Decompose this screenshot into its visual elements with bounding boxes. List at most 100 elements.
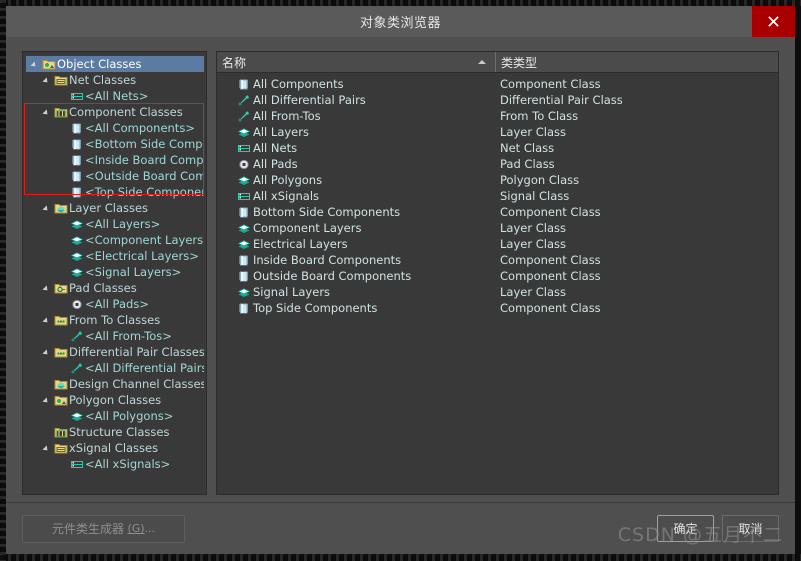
layer-icon <box>235 238 253 251</box>
tree-item[interactable]: Object Classes <box>26 56 204 72</box>
tree-item-label: Pad Classes <box>69 281 137 295</box>
tree-item[interactable]: Pad Classes <box>26 280 204 296</box>
tree-item-label: <Electrical Layers> <box>85 249 199 263</box>
table-row[interactable]: Inside Board Components Component Class <box>217 252 778 268</box>
component-class-generator-button[interactable]: 元件类生成器 (G) ... <box>22 514 185 543</box>
tree-item[interactable]: Polygon Classes <box>26 392 204 408</box>
cell-type: Layer Class <box>500 221 566 235</box>
table-row[interactable]: All From-Tos From To Class <box>217 108 778 124</box>
component-icon <box>235 302 253 315</box>
cancel-button[interactable]: 取消 <box>722 515 779 542</box>
object-class-tree[interactable]: Object Classes Net Classes <All Nets> Compo… <box>22 51 207 495</box>
tree-item[interactable]: <All Components> <box>26 120 204 136</box>
cell-name-label: All From-Tos <box>253 109 321 123</box>
tree-item[interactable]: Structure Classes <box>26 424 204 440</box>
tree-item[interactable]: <Top Side Componen <box>26 184 204 200</box>
tree-item[interactable]: Layer Classes <box>26 200 204 216</box>
cell-name: Outside Board Components <box>217 269 495 283</box>
fromto-classes-folder-icon <box>52 314 69 327</box>
table-row[interactable]: Component Layers Layer Class <box>217 220 778 236</box>
table-row[interactable]: Top Side Components Component Class <box>217 300 778 316</box>
column-header-type[interactable]: 类类型 <box>495 52 778 72</box>
design-channel-folder-icon <box>52 378 69 391</box>
cell-name-label: All xSignals <box>253 189 320 203</box>
tree-item[interactable]: xSignal Classes <box>26 440 204 456</box>
tree-item[interactable]: <All Nets> <box>26 88 204 104</box>
close-icon[interactable] <box>752 6 795 37</box>
polygon-classes-folder-icon <box>52 394 69 407</box>
table-row[interactable]: All Polygons Polygon Class <box>217 172 778 188</box>
generator-mnemonic: (G) <box>127 522 145 535</box>
component-icon <box>235 254 253 267</box>
cell-name: All Polygons <box>217 173 495 187</box>
table-row[interactable]: All Components Component Class <box>217 76 778 92</box>
tree-item-label: <All xSignals> <box>85 457 171 471</box>
dialog-footer: 元件类生成器 (G) ... 确定 取消 CSDN @五月不二 <box>6 502 795 554</box>
tree-item[interactable]: <All xSignals> <box>26 456 204 472</box>
fromto-icon <box>235 110 253 123</box>
tree-item[interactable]: <All Layers> <box>26 216 204 232</box>
layer-icon <box>68 218 85 231</box>
tree-item[interactable]: Design Channel Classes <box>26 376 204 392</box>
footer-buttons: 确定 取消 <box>657 515 779 542</box>
expand-arrow-icon[interactable] <box>40 204 52 213</box>
cell-type: Pad Class <box>500 157 555 171</box>
cell-type: Signal Class <box>500 189 570 203</box>
tree-item[interactable]: <All Polygons> <box>26 408 204 424</box>
tree-item[interactable]: <Component Layers> <box>26 232 204 248</box>
tree-item-label: <Signal Layers> <box>85 265 182 279</box>
tree-item[interactable]: Net Classes <box>26 72 204 88</box>
table-row[interactable]: Bottom Side Components Component Class <box>217 204 778 220</box>
cell-type: Differential Pair Class <box>500 93 623 107</box>
table-row[interactable]: All Differential Pairs Differential Pair … <box>217 92 778 108</box>
table-row[interactable]: Outside Board Components Component Class <box>217 268 778 284</box>
net-icon <box>68 90 85 103</box>
tree-item[interactable]: From To Classes <box>26 312 204 328</box>
expand-arrow-icon[interactable] <box>40 108 52 117</box>
component-icon <box>235 270 253 283</box>
cell-type: Polygon Class <box>500 173 580 187</box>
table-row[interactable]: Signal Layers Layer Class <box>217 284 778 300</box>
expand-arrow-icon[interactable] <box>40 444 52 453</box>
ok-button-label: 确定 <box>673 522 698 536</box>
expand-arrow-icon[interactable] <box>28 60 40 69</box>
expand-arrow-icon[interactable] <box>40 284 52 293</box>
expand-arrow-icon[interactable] <box>40 348 52 357</box>
table-row[interactable]: All Pads Pad Class <box>217 156 778 172</box>
tree-item[interactable]: <All Pads> <box>26 296 204 312</box>
class-list-panel[interactable]: 名称 类类型 All Components Component Class All … <box>216 51 779 495</box>
xsignal-icon <box>235 190 253 203</box>
tree-item-label: Component Classes <box>69 105 183 119</box>
diffpair-icon <box>235 94 253 107</box>
tree-item-label: <All Polygons> <box>85 409 174 423</box>
tree-item[interactable]: Differential Pair Classes <box>26 344 204 360</box>
column-header-name[interactable]: 名称 <box>217 52 495 72</box>
tree-item[interactable]: Component Classes <box>26 104 204 120</box>
polygon-icon <box>68 410 85 423</box>
tree-item[interactable]: <Inside Board Compo <box>26 152 204 168</box>
table-row[interactable]: All xSignals Signal Class <box>217 188 778 204</box>
screen: 对象类浏览器 Object Classes Net Classes <All Net… <box>0 0 801 561</box>
expand-arrow-icon[interactable] <box>40 76 52 85</box>
table-row[interactable]: All Nets Net Class <box>217 140 778 156</box>
object-class-explorer-dialog: 对象类浏览器 Object Classes Net Classes <All Net… <box>6 6 795 554</box>
cell-name-label: Component Layers <box>253 221 362 235</box>
tree-item[interactable]: <Outside Board Comp <box>26 168 204 184</box>
tree-item-label: <All Components> <box>85 121 195 135</box>
tree-item[interactable]: <All Differential Pairs> <box>26 360 204 376</box>
cell-name: Top Side Components <box>217 301 495 315</box>
cell-type: Component Class <box>500 77 601 91</box>
tree-item-label: Structure Classes <box>69 425 170 439</box>
diffpair-icon <box>68 362 85 375</box>
table-row[interactable]: Electrical Layers Layer Class <box>217 236 778 252</box>
list-header: 名称 类类型 <box>217 52 778 73</box>
tree-item[interactable]: <Signal Layers> <box>26 264 204 280</box>
cell-name-label: Bottom Side Components <box>253 205 401 219</box>
expand-arrow-icon[interactable] <box>40 396 52 405</box>
ok-button[interactable]: 确定 <box>657 515 714 542</box>
table-row[interactable]: All Layers Layer Class <box>217 124 778 140</box>
expand-arrow-icon[interactable] <box>40 316 52 325</box>
tree-item[interactable]: <Bottom Side Compor <box>26 136 204 152</box>
tree-item[interactable]: <All From-Tos> <box>26 328 204 344</box>
tree-item[interactable]: <Electrical Layers> <box>26 248 204 264</box>
